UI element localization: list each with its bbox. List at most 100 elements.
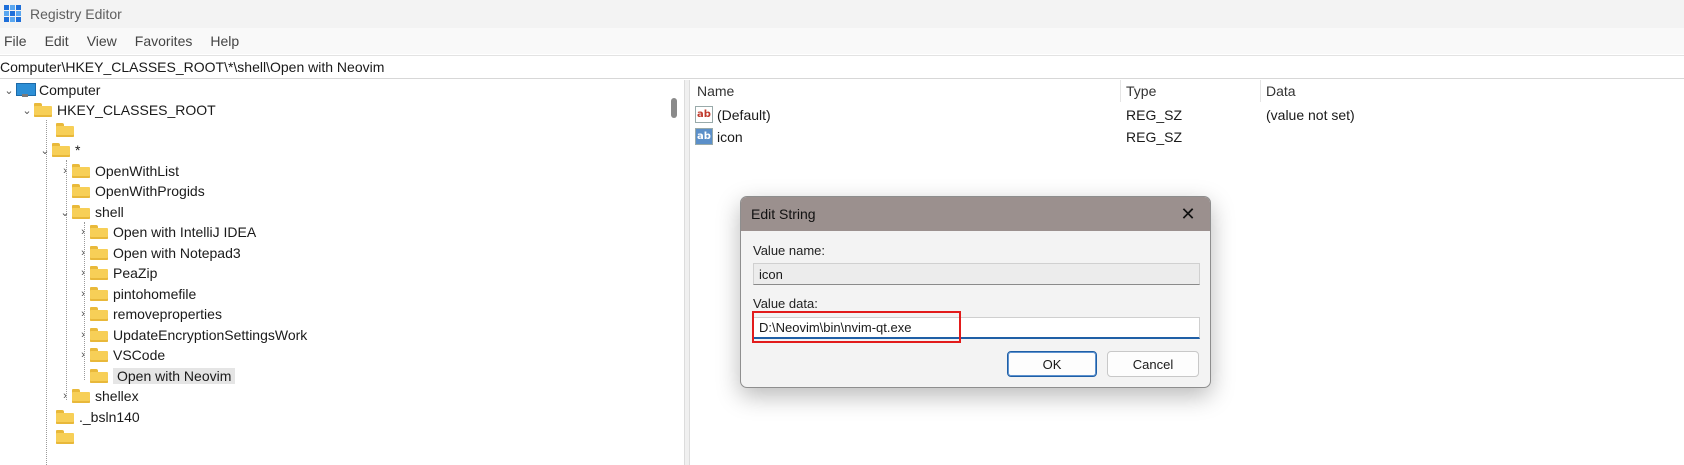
folder-icon <box>72 184 90 198</box>
tree-item-label: Open with Notepad3 <box>113 245 241 261</box>
folder-icon <box>52 143 70 157</box>
menu-file[interactable]: File <box>4 33 27 49</box>
tree-item-label: Open with Neovim <box>113 368 236 384</box>
ok-button[interactable]: OK <box>1007 351 1097 377</box>
tree-item-label: ._bsln140 <box>79 409 140 425</box>
chevron-right-icon[interactable]: › <box>58 161 72 181</box>
column-header-type[interactable]: Type <box>1120 80 1260 102</box>
chevron-right-icon[interactable]: › <box>76 284 90 304</box>
tree-item-label: Open with IntelliJ IDEA <box>113 224 257 240</box>
folder-icon <box>90 369 108 383</box>
folder-icon <box>90 328 108 342</box>
key-tree[interactable]: ⌄ Computer ⌄ HKEY_CLASSES_ROOT ⌄ * › Ope… <box>0 80 686 465</box>
folder-icon <box>90 307 108 321</box>
value-name: icon <box>717 129 743 145</box>
tree-item-blank[interactable] <box>42 120 79 140</box>
tree-item-label: VSCode <box>113 347 166 363</box>
value-data-input[interactable]: D:\Neovim\bin\nvim-qt.exe <box>753 317 1200 339</box>
chevron-down-icon[interactable]: ⌄ <box>38 140 52 160</box>
folder-icon <box>72 389 90 403</box>
tree-item-openwithlist[interactable]: › OpenWithList <box>58 161 179 181</box>
chevron-down-icon[interactable]: ⌄ <box>58 202 72 222</box>
folder-icon <box>56 430 74 444</box>
tree-item-open-with-neovim[interactable]: Open with Neovim <box>76 366 236 386</box>
chevron-down-icon[interactable]: ⌄ <box>2 80 16 100</box>
tree-item-label: HKEY_CLASSES_ROOT <box>57 102 216 118</box>
chevron-right-icon[interactable]: › <box>76 222 90 242</box>
chevron-right-icon[interactable]: › <box>58 386 72 406</box>
folder-icon <box>34 103 52 117</box>
tree-item-label: OpenWithList <box>95 163 180 179</box>
tree-item-openwithprogids[interactable]: OpenWithProgids <box>58 181 205 201</box>
edit-string-dialog: Edit String ✕ Value name: icon Value dat… <box>740 196 1211 388</box>
chevron-right-icon[interactable]: › <box>76 345 90 365</box>
tree-item-label: removeproperties <box>113 306 222 322</box>
tree-item-label: UpdateEncryptionSettingsWork <box>113 327 308 343</box>
value-name-text: icon <box>759 266 783 282</box>
menu-favorites[interactable]: Favorites <box>135 33 193 49</box>
folder-icon <box>72 164 90 178</box>
folder-icon <box>90 266 108 280</box>
folder-icon <box>56 123 74 137</box>
chevron-right-icon[interactable]: › <box>76 263 90 283</box>
tree-item-computer[interactable]: ⌄ Computer <box>2 80 100 100</box>
tree-item-partial[interactable] <box>42 427 79 447</box>
value-data: (value not set) <box>1266 107 1355 123</box>
address-bar[interactable]: Computer\HKEY_CLASSES_ROOT\*\shell\Open … <box>0 55 1684 79</box>
dialog-title: Edit String <box>751 206 816 222</box>
tree-item-shell[interactable]: ⌄ shell <box>58 202 124 222</box>
tree-item-pintohomefile[interactable]: › pintohomefile <box>76 284 196 304</box>
tree-item-shellex[interactable]: › shellex <box>58 386 138 406</box>
folder-icon <box>90 225 108 239</box>
address-path[interactable]: Computer\HKEY_CLASSES_ROOT\*\shell\Open … <box>0 59 384 75</box>
pane-splitter[interactable] <box>684 80 690 465</box>
string-value-icon: ab <box>695 106 713 123</box>
value-row-icon[interactable]: ab icon REG_SZ <box>691 126 1684 148</box>
value-name-field[interactable]: icon <box>753 263 1200 285</box>
menu-bar: File Edit View Favorites Help <box>0 28 1684 54</box>
tree-item-updateencryptionsettingswork[interactable]: › UpdateEncryptionSettingsWork <box>76 325 307 345</box>
column-header-data[interactable]: Data <box>1260 80 1684 102</box>
folder-icon <box>90 246 108 260</box>
tree-item-hkey-classes-root[interactable]: ⌄ HKEY_CLASSES_ROOT <box>20 100 216 120</box>
chevron-right-icon[interactable]: › <box>76 325 90 345</box>
value-data-label: Value data: <box>753 296 818 311</box>
tree-item-removeproperties[interactable]: › removeproperties <box>76 304 222 324</box>
value-type: REG_SZ <box>1126 129 1183 145</box>
tree-item-label: PeaZip <box>113 265 158 281</box>
string-value-icon: ab <box>695 128 713 145</box>
tree-item-bsln140[interactable]: ._bsln140 <box>42 407 140 427</box>
registry-editor-icon <box>4 5 22 23</box>
tree-item-star[interactable]: ⌄ * <box>38 140 80 160</box>
column-header-name[interactable]: Name <box>691 80 1120 102</box>
title-bar: Registry Editor <box>0 0 1684 28</box>
menu-help[interactable]: Help <box>210 33 239 49</box>
close-icon[interactable]: ✕ <box>1178 204 1198 224</box>
tree-item-vscode[interactable]: › VSCode <box>76 345 165 365</box>
value-name: (Default) <box>717 107 771 123</box>
folder-icon <box>72 205 90 219</box>
tree-item-label: Computer <box>39 82 101 98</box>
window-title: Registry Editor <box>30 6 122 22</box>
value-data-text: D:\Neovim\bin\nvim-qt.exe <box>759 320 912 335</box>
tree-item-open-with-intellij[interactable]: › Open with IntelliJ IDEA <box>76 222 256 242</box>
menu-edit[interactable]: Edit <box>45 33 69 49</box>
tree-item-label: pintohomefile <box>113 286 197 302</box>
chevron-right-icon[interactable]: › <box>76 243 90 263</box>
tree-scrollbar-thumb[interactable] <box>671 98 677 118</box>
value-name-label: Value name: <box>753 243 826 258</box>
value-type: REG_SZ <box>1126 107 1183 123</box>
tree-item-open-with-notepad3[interactable]: › Open with Notepad3 <box>76 243 241 263</box>
dialog-title-bar[interactable]: Edit String ✕ <box>741 197 1210 231</box>
value-row-default[interactable]: ab (Default) REG_SZ (value not set) <box>691 104 1684 126</box>
tree-item-peazip[interactable]: › PeaZip <box>76 263 157 283</box>
chevron-down-icon[interactable]: ⌄ <box>20 100 34 120</box>
cancel-button[interactable]: Cancel <box>1107 351 1199 377</box>
folder-icon <box>90 287 108 301</box>
tree-item-label: shell <box>95 204 124 220</box>
computer-icon <box>16 83 36 97</box>
menu-view[interactable]: View <box>87 33 117 49</box>
folder-icon <box>56 410 74 424</box>
chevron-right-icon[interactable]: › <box>76 304 90 324</box>
tree-item-label: * <box>75 142 81 158</box>
